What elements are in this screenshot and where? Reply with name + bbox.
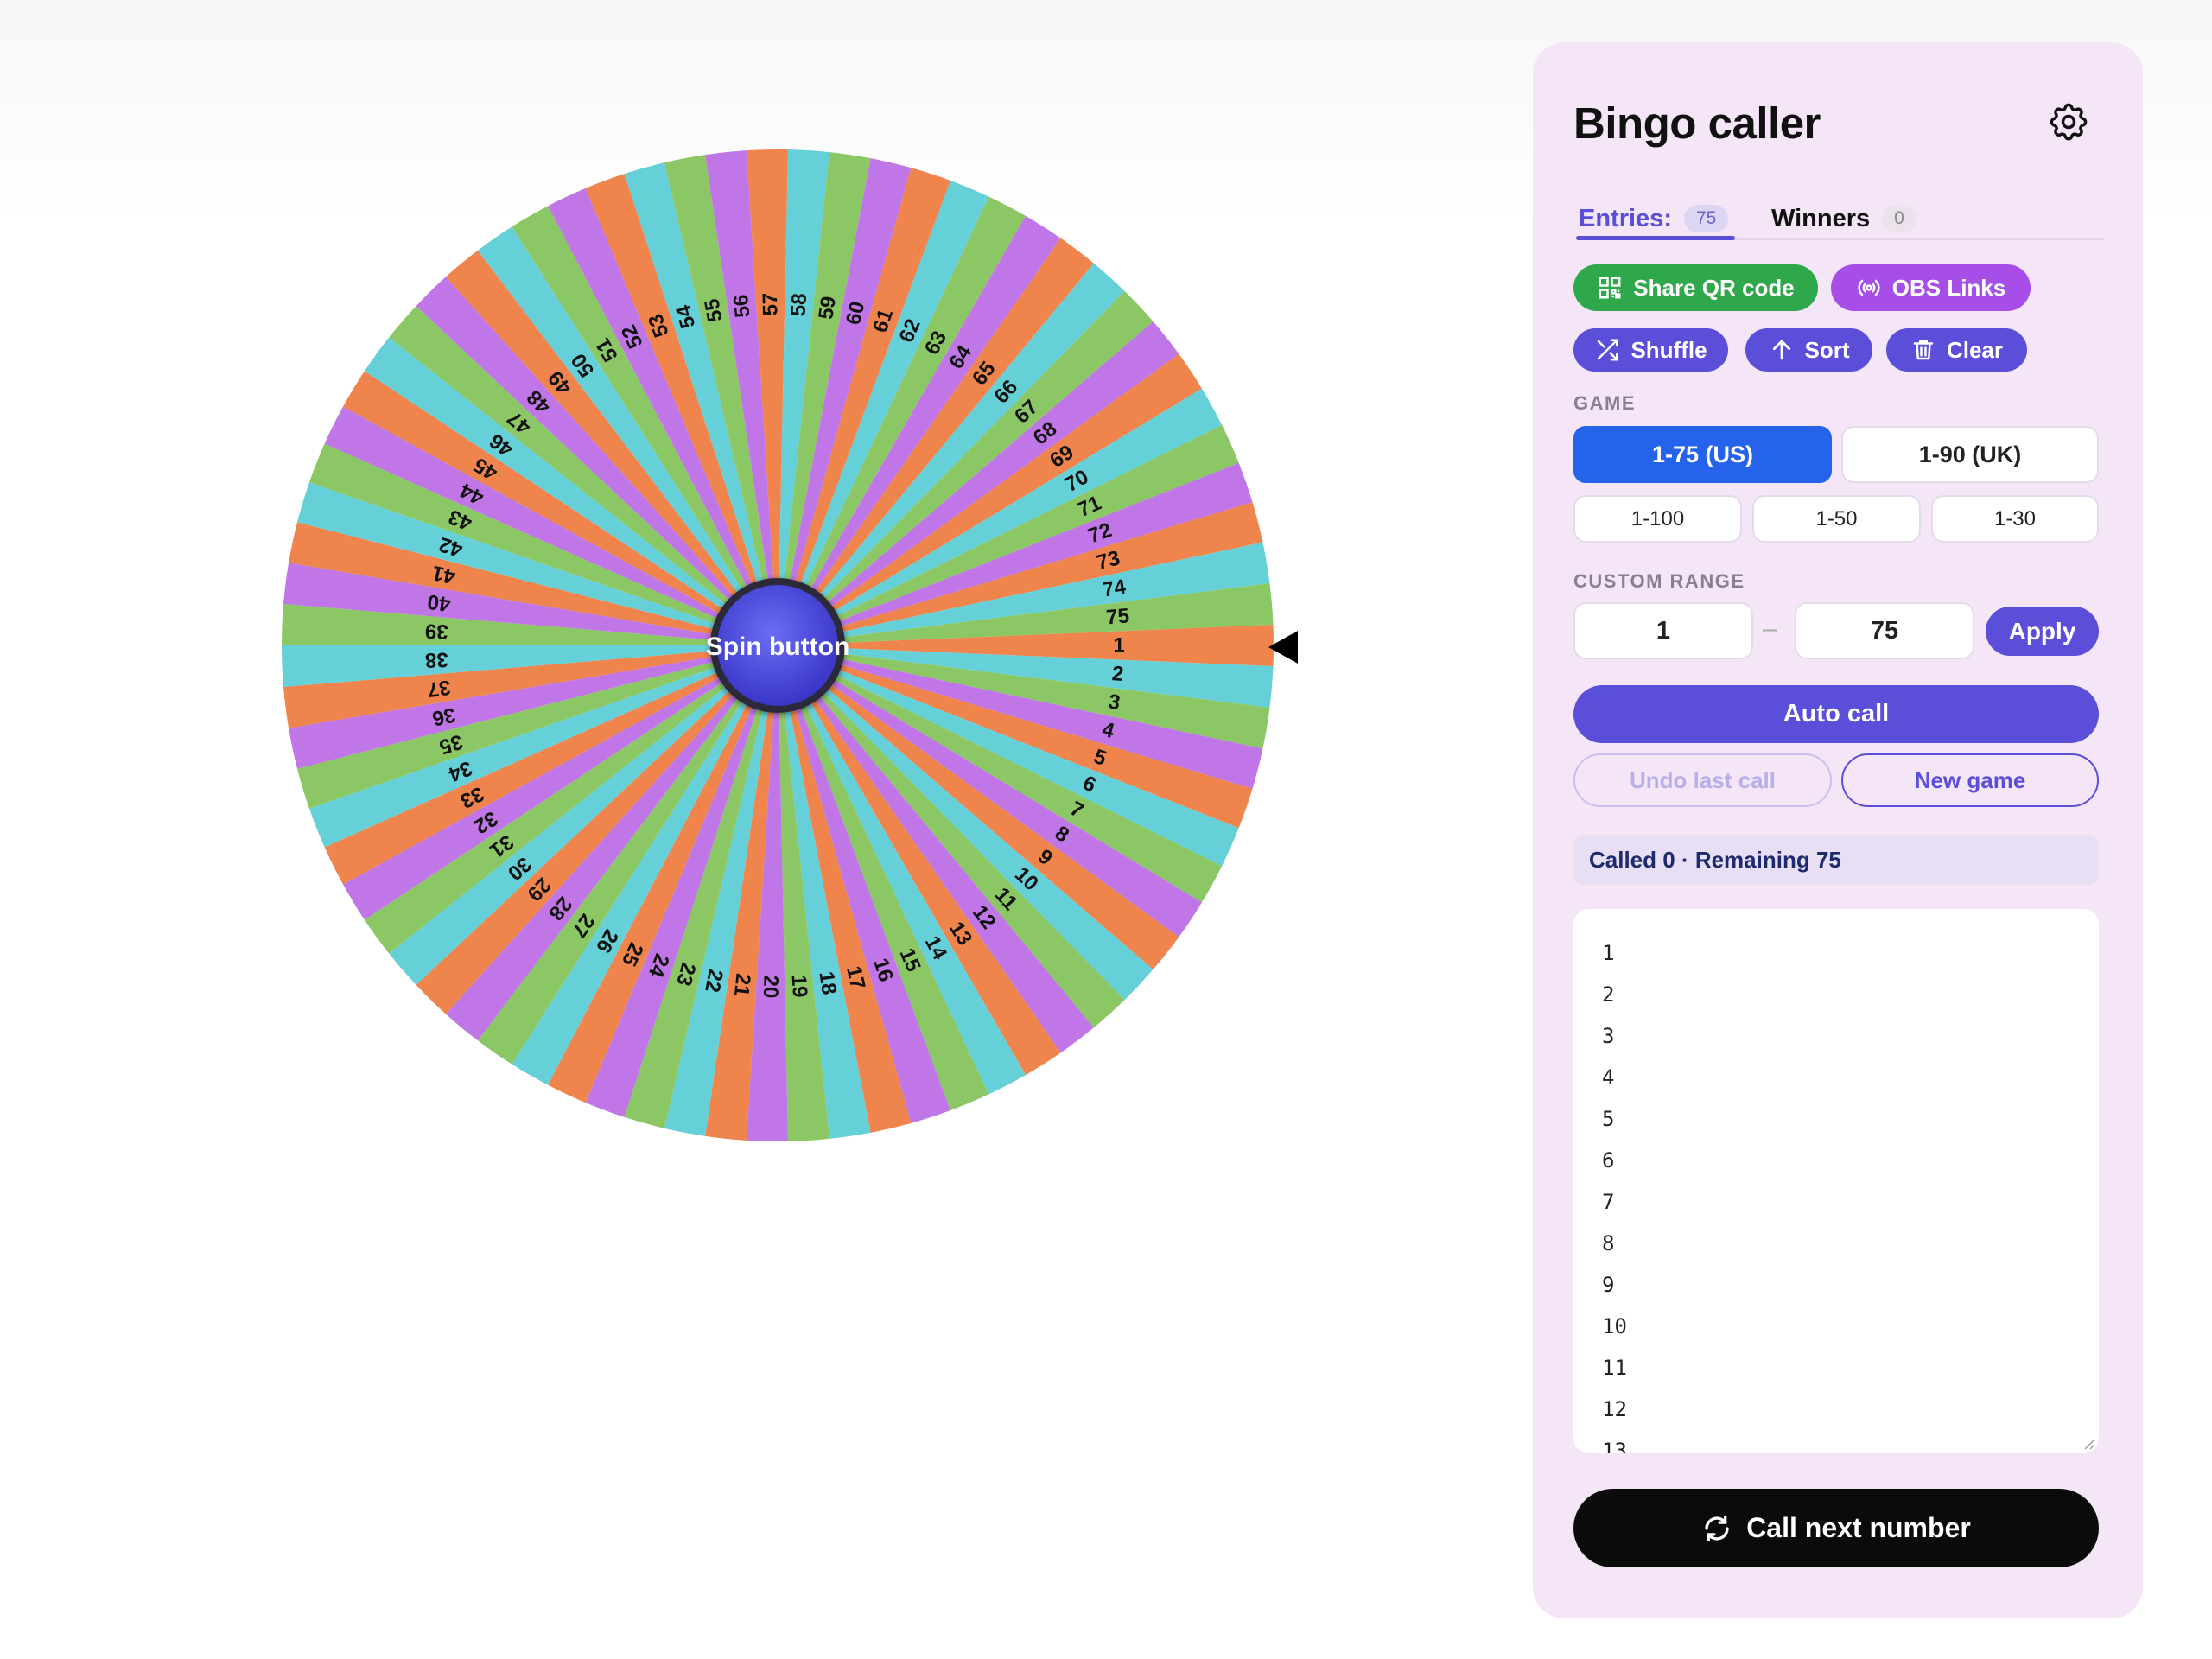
wheel-segment-label: 22: [700, 967, 728, 994]
wheel-segment-label: 20: [759, 975, 783, 998]
obs-links-label: OBS Links: [1891, 274, 2006, 301]
clear-label: Clear: [1946, 336, 2004, 363]
entries-count-badge: 75: [1683, 205, 1729, 232]
entry-item: 4: [1602, 1065, 1615, 1090]
call-next-number-button[interactable]: Call next number: [1573, 1489, 2099, 1567]
range-min-input[interactable]: [1573, 602, 1753, 659]
wheel-segment-label: 74: [1101, 575, 1128, 601]
wheel-segment-label: 56: [729, 293, 755, 318]
clear-button[interactable]: Clear: [1886, 328, 2027, 372]
auto-call-button[interactable]: Auto call: [1573, 685, 2099, 743]
wheel-segment-label: 41: [430, 561, 458, 588]
resize-handle-icon[interactable]: [2080, 1434, 2095, 1450]
gear-icon[interactable]: [2046, 99, 2091, 144]
entry-item: 11: [1602, 1356, 1627, 1380]
call-status: Called 0 · Remaining 75: [1573, 835, 2099, 885]
entries-textarea[interactable]: 1 2 3 4 5 6 7 8 9 10 11 12 13: [1573, 909, 2099, 1453]
page-title: Bingo caller: [1573, 99, 1821, 148]
bingo-caller-panel: Bingo caller Entries: 75 Winners 0 Share…: [1533, 42, 2143, 1618]
wheel-segment-label: 1: [1113, 634, 1124, 658]
active-tab-indicator: [1576, 236, 1735, 240]
refresh-icon: [1705, 1515, 1729, 1541]
wheel-segment-label: 57: [759, 292, 783, 315]
wheel-segment-label: 40: [426, 589, 452, 615]
tab-winners-label: Winners: [1771, 204, 1871, 232]
entry-item: 2: [1602, 982, 1615, 1007]
entry-item: 10: [1602, 1314, 1627, 1338]
entry-item: 1: [1602, 941, 1615, 965]
shuffle-icon: [1598, 339, 1618, 361]
spin-button-label: Spin button: [706, 632, 850, 661]
entry-item: 7: [1602, 1190, 1615, 1214]
game-option-1-90-uk[interactable]: 1-90 (UK): [1841, 426, 2099, 483]
entry-item: 12: [1602, 1397, 1627, 1421]
wheel-segment-label: 36: [430, 702, 458, 730]
broadcast-icon: [1858, 279, 1880, 296]
trash-icon: [1913, 340, 1934, 360]
wheel-segment-label: 2: [1111, 662, 1125, 686]
tab-entries-label: Entries:: [1579, 204, 1672, 232]
entries-list: 1 2 3 4 5 6 7 8 9 10 11 12 13: [1602, 937, 1627, 1453]
wheel-segment-label: 19: [786, 974, 811, 998]
sort-label: Sort: [1804, 336, 1850, 363]
wheel-segment-label: 18: [814, 970, 841, 996]
obs-links-button[interactable]: OBS Links: [1831, 264, 2031, 311]
game-section-label: GAME: [1573, 392, 1636, 414]
entry-item: 3: [1602, 1024, 1615, 1048]
entry-item: 13: [1602, 1439, 1627, 1453]
prize-wheel[interactable]: 1234567891011121314151617181920212223242…: [207, 69, 1417, 1279]
call-next-number-label: Call next number: [1746, 1512, 1971, 1543]
wheel-stage: 1 2 3 4 5 6 7 8 9 10 11 12 13 14 15 16 17 18 19 20 21 22 23 24 2…: [0, 0, 1469, 1659]
wheel-segment-label: 38: [424, 647, 448, 671]
sort-button[interactable]: Sort: [1745, 328, 1872, 372]
range-separator: –: [1763, 614, 1777, 643]
shuffle-label: Shuffle: [1630, 336, 1707, 363]
winners-count-badge: 0: [1882, 205, 1916, 232]
new-game-button[interactable]: New game: [1841, 753, 2099, 807]
wheel-segment-label: 39: [424, 619, 448, 643]
wheel-segment-label: 75: [1105, 604, 1130, 629]
wheel-segment-label: 37: [426, 675, 452, 701]
wheel-segment-label: 55: [700, 296, 728, 323]
undo-last-call-button[interactable]: Undo last call: [1573, 753, 1832, 807]
custom-range-label: CUSTOM RANGE: [1573, 570, 1745, 592]
entry-item: 9: [1602, 1273, 1615, 1297]
entry-item: 6: [1602, 1148, 1615, 1173]
entry-item: 5: [1602, 1107, 1615, 1131]
game-option-1-100[interactable]: 1-100: [1573, 495, 1742, 543]
wheel-segment-label: 21: [729, 972, 755, 997]
entry-item: 8: [1602, 1231, 1615, 1255]
game-option-1-30[interactable]: 1-30: [1931, 495, 2099, 543]
arrow-up-icon: [1772, 340, 1790, 360]
qr-code-icon: [1599, 276, 1621, 299]
wheel-segment-label: 58: [786, 293, 811, 317]
game-option-1-75-us[interactable]: 1-75 (US): [1573, 426, 1832, 483]
range-max-input[interactable]: [1795, 602, 1974, 659]
shuffle-button[interactable]: Shuffle: [1573, 328, 1728, 372]
share-qr-code-button[interactable]: Share QR code: [1573, 264, 1818, 311]
wheel-segment-label: 59: [814, 295, 841, 321]
game-option-1-50[interactable]: 1-50: [1752, 495, 1921, 543]
apply-range-button[interactable]: Apply: [1986, 607, 2099, 656]
tab-winners[interactable]: Winners 0: [1771, 194, 1916, 243]
share-qr-code-label: Share QR code: [1633, 274, 1795, 301]
